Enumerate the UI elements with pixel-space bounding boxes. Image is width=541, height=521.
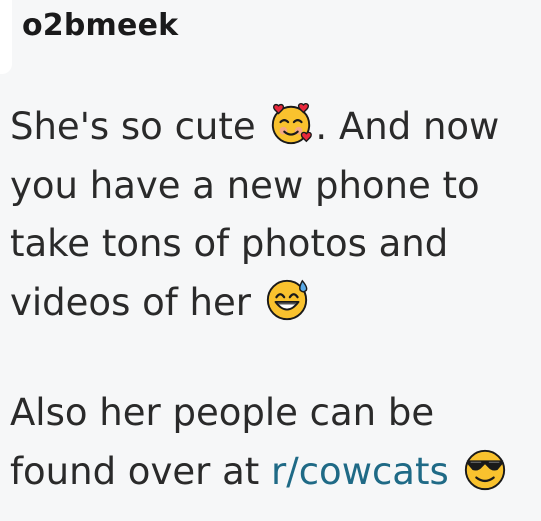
left-accent-bar	[0, 0, 12, 74]
comment-author[interactable]: o2bmeek	[22, 6, 178, 46]
paragraph-text: She's so cute	[10, 105, 268, 148]
smiling-face-with-sunglasses-icon	[464, 449, 505, 490]
comment-body: She's so cute . And now you have a new p…	[10, 98, 535, 501]
subreddit-link[interactable]: r/cowcats	[271, 450, 449, 493]
comment-paragraph-2: Also her people can be found over at r/c…	[10, 384, 535, 501]
comment-paragraph-1: She's so cute . And now you have a new p…	[10, 98, 535, 332]
grinning-face-with-sweat-icon	[266, 279, 308, 320]
smiling-face-with-hearts-icon	[272, 102, 313, 145]
